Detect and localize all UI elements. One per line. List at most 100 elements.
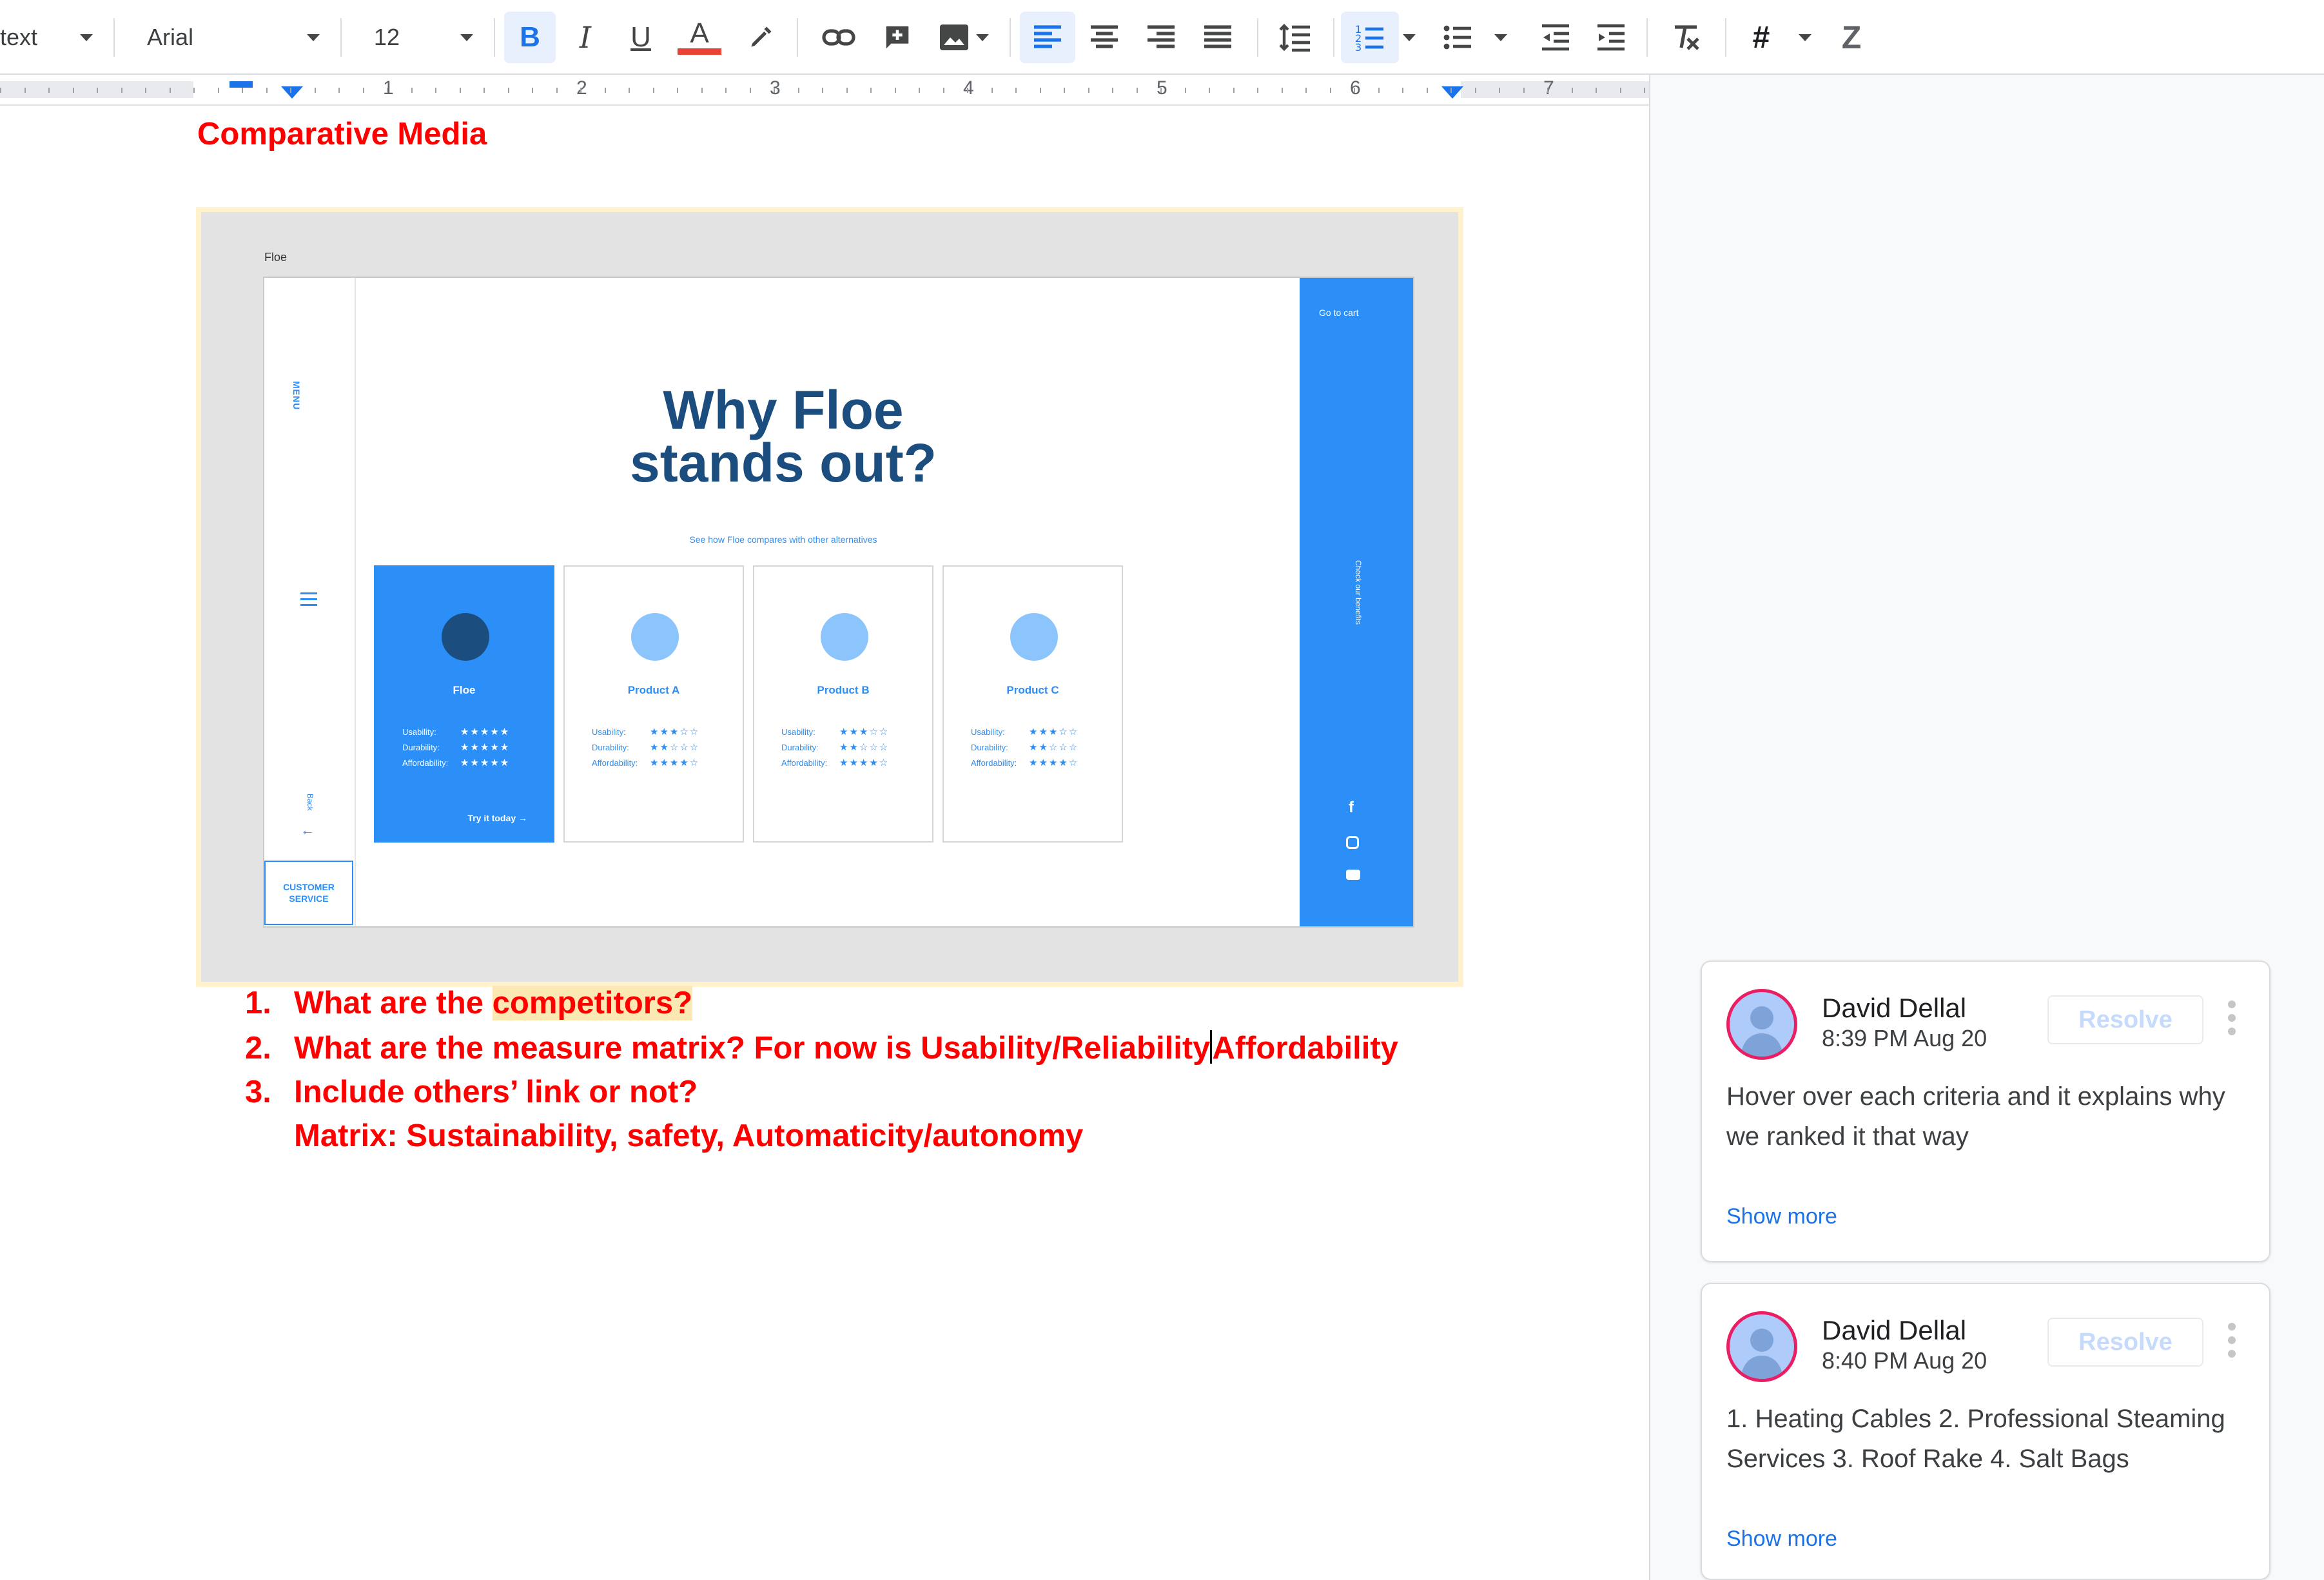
justify-icon[interactable] <box>1190 12 1245 63</box>
show-more-link[interactable]: Show more <box>1726 1526 1837 1552</box>
show-more-link[interactable]: Show more <box>1726 1204 1837 1229</box>
document-heading[interactable]: Comparative Media <box>197 116 487 152</box>
font-dropdown-icon[interactable] <box>307 34 320 41</box>
mock-rating-label: Affordability: <box>971 758 1017 768</box>
mock-rating-row: Durability: ★★☆☆☆ <box>592 740 734 756</box>
ruler-number: 4 <box>963 77 974 99</box>
ruler-tick <box>943 88 944 93</box>
resolve-button[interactable]: Resolve <box>2047 1318 2203 1367</box>
align-left-icon[interactable] <box>1020 12 1075 63</box>
ruler-tick <box>1160 88 1162 93</box>
mock-rating-label: Affordability: <box>592 758 638 768</box>
increase-indent-icon[interactable] <box>1583 12 1639 63</box>
italic-icon[interactable]: I <box>560 12 611 63</box>
left-indent-handle[interactable] <box>281 86 303 99</box>
align-right-icon[interactable] <box>1133 12 1189 63</box>
mock-product-card: Product A Usability: ★★★☆☆ Durability: ★★☆☆☆… <box>563 565 744 843</box>
separator <box>1646 18 1648 57</box>
mock-rating-row: Affordability: ★★★★☆ <box>781 756 923 771</box>
highlight-icon[interactable] <box>735 12 786 63</box>
mock-go-to-cart: Go to cart <box>1319 307 1359 318</box>
list-text: What are the measure matrix? For now is … <box>294 1031 1211 1066</box>
style-dropdown-icon[interactable] <box>80 34 93 41</box>
add-comment-icon[interactable] <box>872 12 923 63</box>
mockup-page: MENU Back ← CUSTOMER SERVICE Why Floe st… <box>263 277 1414 928</box>
ruler-tick <box>1137 88 1138 93</box>
list-number: 1. <box>245 986 271 1020</box>
numbered-list-dropdown-icon[interactable] <box>1403 34 1416 41</box>
mock-subtitle: See how Floe compares with other alterna… <box>689 534 877 545</box>
ruler[interactable]: 1 2 3 4 5 6 7 <box>0 75 1649 106</box>
mock-youtube-icon <box>1346 870 1360 880</box>
mock-title-line2: stands out? <box>630 433 937 493</box>
comment-card[interactable]: David Dellal 8:40 PM Aug 20 Resolve 1. H… <box>1701 1283 2270 1580</box>
ruler-tick <box>556 88 558 93</box>
separator <box>1257 18 1258 57</box>
mock-rating-stars: ★★★☆☆ <box>839 727 890 737</box>
bulleted-list-icon[interactable] <box>1430 12 1485 63</box>
numbered-list-icon[interactable]: 123 <box>1341 12 1399 63</box>
mock-customer-service: CUSTOMER SERVICE <box>264 861 353 925</box>
list-continuation[interactable]: Matrix: Sustainability, safety, Automati… <box>294 1118 1083 1154</box>
mock-product-card: Floe Usability: ★★★★★ Durability: ★★★★★ Affor… <box>374 565 554 843</box>
mock-window-title: Floe <box>264 251 288 264</box>
ruler-tick <box>991 88 993 93</box>
mock-rating-row: Usability: ★★★☆☆ <box>592 725 734 740</box>
more-options-icon[interactable] <box>2228 1323 2237 1361</box>
commented-text[interactable]: competitors? <box>492 986 693 1020</box>
zotero-icon[interactable]: Z <box>1826 12 1877 63</box>
underline-icon[interactable]: U <box>615 12 667 63</box>
style-select[interactable]: text <box>0 12 64 63</box>
font-select[interactable]: Arial <box>147 12 224 63</box>
mock-side-caption: Check our benefits <box>1354 560 1363 625</box>
add-on-icon[interactable]: # <box>1735 12 1787 63</box>
ruler-tick <box>290 88 291 93</box>
font-size-dropdown-icon[interactable] <box>460 34 473 41</box>
ruler-tick <box>1427 88 1428 93</box>
resolve-button[interactable]: Resolve <box>2047 995 2203 1044</box>
align-center-icon[interactable] <box>1077 12 1132 63</box>
ruler-tick <box>315 88 316 93</box>
mock-rating-row: Affordability: ★★★★☆ <box>592 756 734 771</box>
right-indent-handle[interactable] <box>1441 86 1463 99</box>
ruler-tick <box>580 88 581 93</box>
clear-formatting-icon[interactable] <box>1658 12 1714 63</box>
mock-product-name: Product B <box>817 684 870 696</box>
separator <box>494 18 495 57</box>
bold-icon[interactable]: B <box>504 12 556 63</box>
ruler-tick <box>1547 88 1548 93</box>
text-color-icon[interactable]: A <box>670 12 728 63</box>
comment-card[interactable]: David Dellal 8:39 PM Aug 20 Resolve Hove… <box>1701 961 2270 1262</box>
ruler-tick <box>1523 88 1525 93</box>
image-dropdown-icon[interactable] <box>976 34 989 41</box>
mock-title-line1: Why Floe <box>663 380 904 440</box>
ruler-tick <box>1499 88 1500 93</box>
avatar <box>1726 1311 1797 1382</box>
link-icon[interactable] <box>810 12 868 63</box>
ruler-tick <box>1475 88 1476 93</box>
mock-rating-stars: ★★★☆☆ <box>650 727 700 737</box>
embedded-image[interactable]: Floe MENU Back ← CUSTOMER SERVICE Why Fl… <box>196 207 1463 987</box>
decrease-indent-icon[interactable] <box>1528 12 1583 63</box>
line-spacing-icon[interactable] <box>1267 12 1323 63</box>
mock-back-arrow-icon: ← <box>300 822 315 838</box>
first-line-indent-handle[interactable] <box>229 81 253 88</box>
mock-rating-row: Durability: ★★★★★ <box>402 740 544 756</box>
ruler-tick <box>193 88 195 93</box>
ruler-tick <box>1088 88 1089 93</box>
mock-rating-row: Usability: ★★★☆☆ <box>781 725 923 740</box>
ruler-tick <box>677 88 678 93</box>
mock-rating-label: Usability: <box>592 727 626 737</box>
comment-time: 8:40 PM Aug 20 <box>1822 1347 1987 1374</box>
separator <box>1725 18 1726 57</box>
more-options-icon[interactable] <box>2228 1000 2237 1039</box>
image-icon[interactable] <box>928 12 980 63</box>
ruler-tick <box>218 88 219 93</box>
mock-rating-stars: ★★☆☆☆ <box>650 742 700 753</box>
add-on-dropdown-icon[interactable] <box>1799 34 1811 41</box>
mock-product-name: Product C <box>1006 684 1059 696</box>
mock-menu-label: MENU <box>291 381 302 411</box>
font-size-select[interactable]: 12 <box>374 12 413 63</box>
bulleted-list-dropdown-icon[interactable] <box>1494 34 1507 41</box>
ruler-tick <box>725 88 727 93</box>
